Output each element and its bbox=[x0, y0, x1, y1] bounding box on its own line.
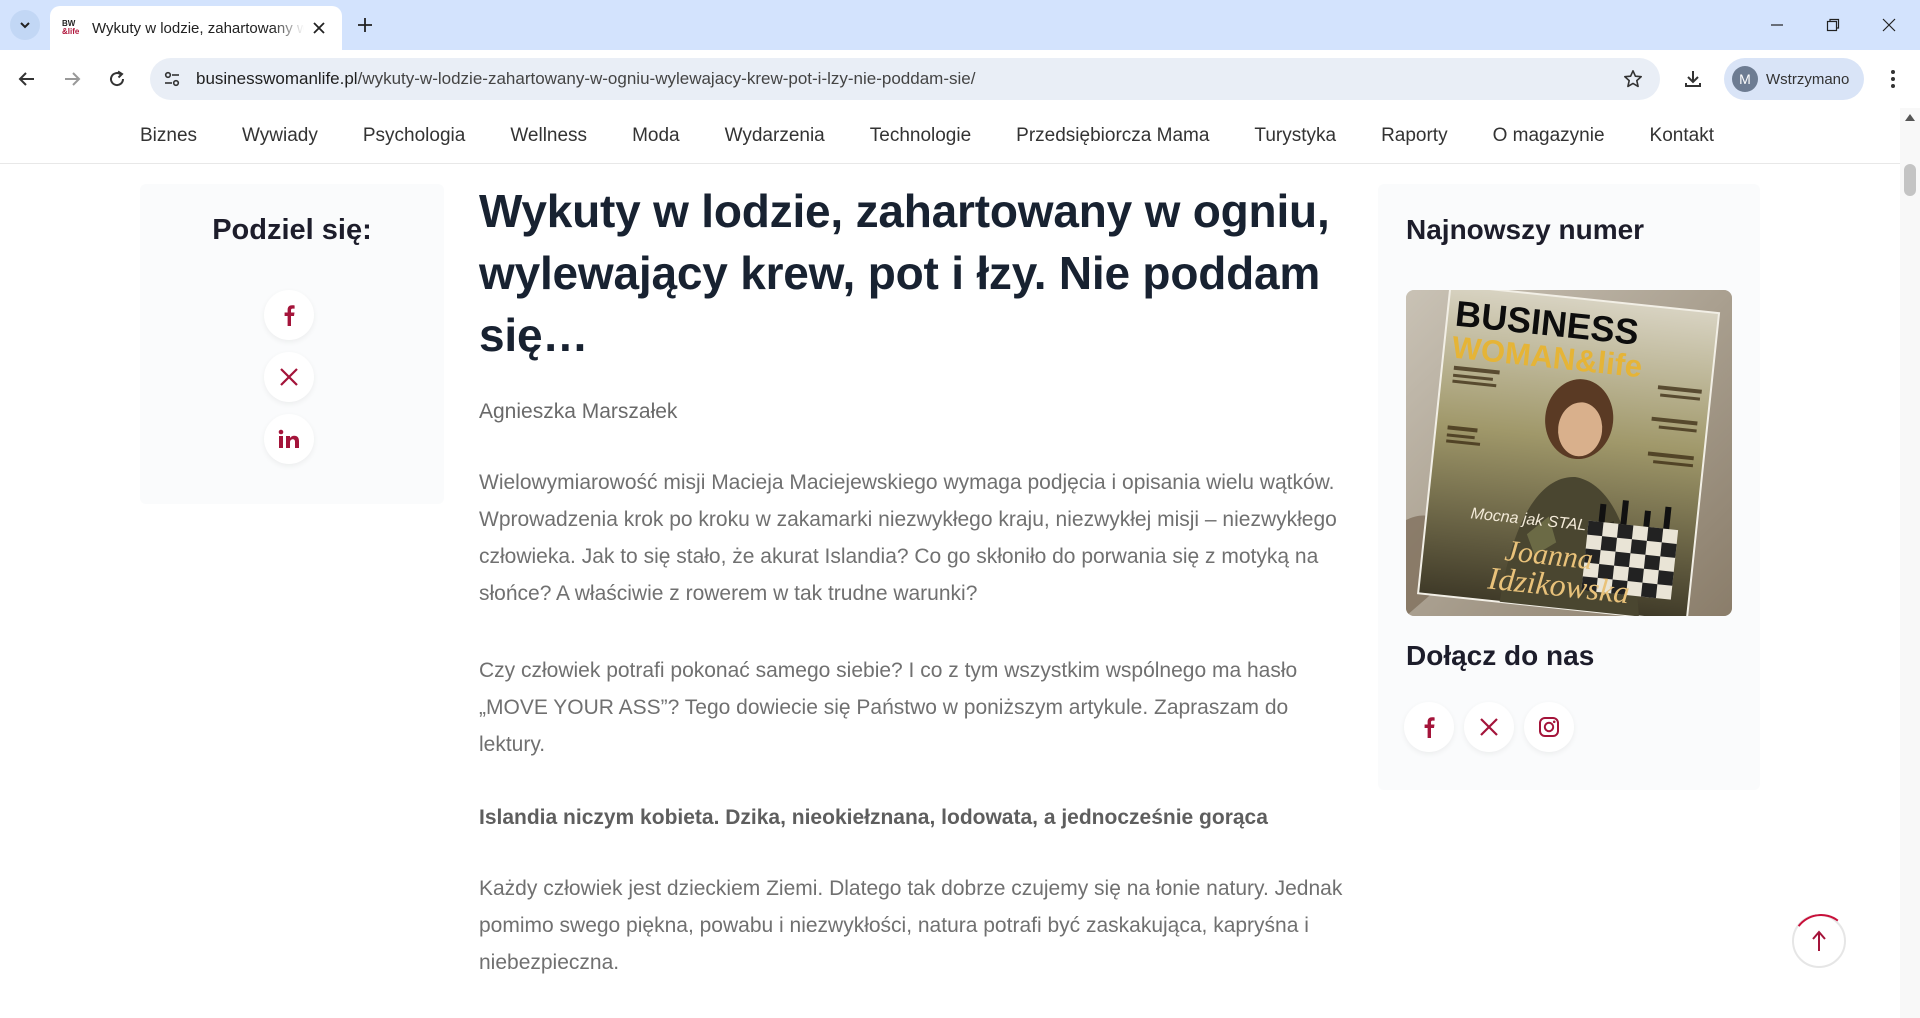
browser-tabstrip: BW &life Wykuty w lodzie, zahartowany w … bbox=[0, 0, 1920, 50]
tab-close-button[interactable] bbox=[308, 17, 330, 39]
site-info-button[interactable] bbox=[154, 61, 190, 97]
facebook-icon bbox=[284, 305, 295, 326]
tab-title: Wykuty w lodzie, zahartowany w ogniu bbox=[92, 19, 304, 37]
bookmark-star-button[interactable] bbox=[1620, 66, 1646, 92]
site-favicon-icon: BW &life bbox=[62, 19, 80, 36]
article-paragraph: Każdy człowiek jest dzieckiem Ziemi. Dla… bbox=[479, 877, 1343, 974]
x-icon bbox=[1480, 718, 1498, 736]
facebook-icon bbox=[1424, 717, 1435, 738]
share-sidebar: Podziel się: bbox=[140, 184, 444, 504]
follow-facebook-button[interactable] bbox=[1404, 702, 1454, 752]
article-author[interactable]: Agnieszka Marszałek bbox=[479, 400, 1359, 424]
share-facebook-button[interactable] bbox=[264, 290, 314, 340]
restore-icon bbox=[1826, 18, 1840, 32]
nav-item-technologie[interactable]: Technologie bbox=[870, 125, 971, 147]
address-bar[interactable]: businesswomanlife.pl/wykuty-w-lodzie-zah… bbox=[150, 58, 1660, 100]
magazine-cover-illustration: BUSINESS WOMAN&life Mocna jak STAL Joann… bbox=[1406, 290, 1732, 616]
article: Wykuty w lodzie, zahartowany w ogniu, wy… bbox=[479, 180, 1359, 981]
follow-x-button[interactable] bbox=[1464, 702, 1514, 752]
close-icon bbox=[313, 22, 325, 34]
arrow-left-icon bbox=[18, 72, 34, 86]
page-scrollbar[interactable] bbox=[1900, 108, 1920, 1018]
forward-button[interactable] bbox=[55, 62, 89, 96]
profile-status-label: Wstrzymano bbox=[1766, 70, 1850, 88]
more-vertical-icon bbox=[1891, 70, 1895, 88]
nav-item-biznes[interactable]: Biznes bbox=[140, 125, 197, 147]
nav-item-wydarzenia[interactable]: Wydarzenia bbox=[725, 125, 825, 147]
linkedin-icon bbox=[278, 429, 299, 448]
right-sidebar: Najnowszy numer BUSINESS WOMAN&life Mocn… bbox=[1378, 184, 1760, 790]
latest-issue-title: Najnowszy numer bbox=[1406, 214, 1645, 245]
nav-item-psychologia[interactable]: Psychologia bbox=[363, 125, 465, 147]
join-us-title: Dołącz do nas bbox=[1406, 640, 1595, 671]
scroll-up-arrow-icon[interactable] bbox=[1905, 114, 1915, 121]
instagram-icon bbox=[1539, 717, 1559, 737]
back-button[interactable] bbox=[10, 62, 44, 96]
tune-icon bbox=[164, 71, 180, 87]
nav-item-wywiady[interactable]: Wywiady bbox=[242, 125, 318, 147]
minimize-icon bbox=[1771, 24, 1783, 26]
share-x-button[interactable] bbox=[264, 352, 314, 402]
arrow-right-icon bbox=[65, 72, 81, 86]
close-window-button[interactable] bbox=[1866, 8, 1912, 42]
arrow-up-icon bbox=[1812, 930, 1826, 951]
reload-button[interactable] bbox=[100, 62, 134, 96]
article-paragraph: Czy człowiek potrafi pokonać samego sieb… bbox=[479, 659, 1298, 756]
downloads-button[interactable] bbox=[1676, 62, 1710, 96]
browser-menu-button[interactable] bbox=[1876, 62, 1910, 96]
profile-button[interactable]: M Wstrzymano bbox=[1724, 58, 1864, 100]
scroll-thumb[interactable] bbox=[1904, 164, 1916, 196]
download-icon bbox=[1685, 71, 1701, 87]
nav-item-wellness[interactable]: Wellness bbox=[510, 125, 587, 147]
restore-button[interactable] bbox=[1810, 8, 1856, 42]
close-icon bbox=[1882, 18, 1896, 32]
nav-item-moda[interactable]: Moda bbox=[632, 125, 680, 147]
nav-item-przedsiebiorcza-mama[interactable]: Przedsiębiorcza Mama bbox=[1016, 125, 1209, 147]
tab-search-button[interactable] bbox=[10, 10, 40, 40]
reload-icon bbox=[110, 70, 125, 87]
nav-item-turystyka[interactable]: Turystyka bbox=[1254, 125, 1336, 147]
article-headline: Wykuty w lodzie, zahartowany w ogniu, wy… bbox=[479, 185, 1330, 361]
browser-tab-active[interactable]: BW &life Wykuty w lodzie, zahartowany w … bbox=[50, 6, 342, 50]
nav-item-raporty[interactable]: Raporty bbox=[1381, 125, 1448, 147]
avatar: M bbox=[1732, 66, 1758, 92]
latest-issue-cover-image[interactable]: BUSINESS WOMAN&life Mocna jak STAL Joann… bbox=[1406, 290, 1732, 616]
site-main-nav: Biznes Wywiady Psychologia Wellness Moda… bbox=[0, 108, 1900, 164]
nav-item-kontakt[interactable]: Kontakt bbox=[1650, 125, 1714, 147]
share-title: Podziel się: bbox=[212, 214, 372, 246]
scroll-to-top-button[interactable] bbox=[1792, 914, 1846, 968]
article-paragraph: Wielowymiarowość misji Macieja Maciejews… bbox=[479, 471, 1337, 605]
browser-toolbar: businesswomanlife.pl/wykuty-w-lodzie-zah… bbox=[0, 50, 1920, 108]
article-subheading: Islandia niczym kobieta. Dzika, nieokieł… bbox=[479, 806, 1268, 829]
new-tab-button[interactable] bbox=[352, 12, 378, 38]
follow-instagram-button[interactable] bbox=[1524, 702, 1574, 752]
nav-item-o-magazynie[interactable]: O magazynie bbox=[1493, 125, 1605, 147]
star-icon bbox=[1624, 70, 1642, 88]
chevron-down-icon bbox=[20, 22, 30, 29]
share-linkedin-button[interactable] bbox=[264, 414, 314, 464]
url-text[interactable]: businesswomanlife.pl/wykuty-w-lodzie-zah… bbox=[196, 69, 975, 89]
minimize-button[interactable] bbox=[1754, 8, 1800, 42]
plus-icon bbox=[358, 18, 372, 32]
x-icon bbox=[280, 368, 298, 386]
